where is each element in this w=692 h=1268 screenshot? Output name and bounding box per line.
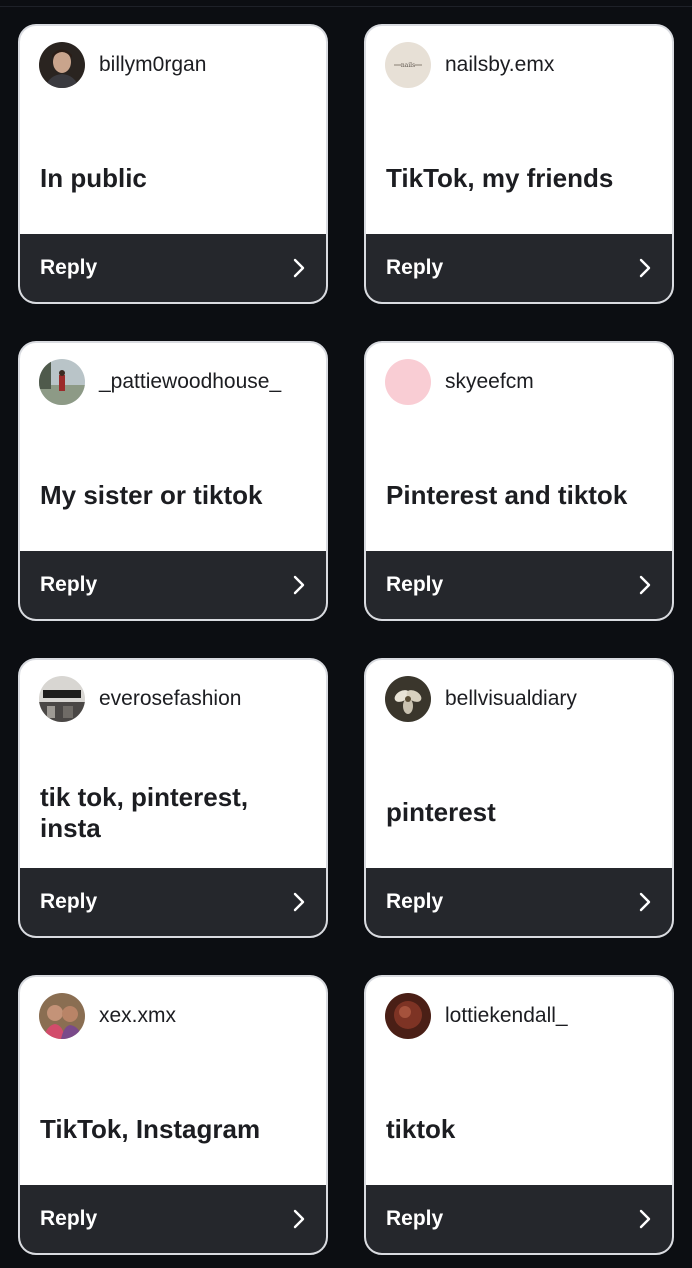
reply-button[interactable]: Reply	[20, 1185, 326, 1253]
reply-label: Reply	[386, 890, 444, 913]
username[interactable]: bellvisualdiary	[445, 687, 577, 711]
replies-grid: billym0rgan In public Reply nails nailsb…	[18, 24, 674, 1255]
card-header: nails nailsby.emx	[385, 42, 554, 88]
answer-text: pinterest	[386, 797, 496, 827]
chevron-right-icon	[292, 574, 306, 596]
profile-photo-icon	[39, 42, 85, 88]
chevron-right-icon	[638, 257, 652, 279]
reply-button[interactable]: Reply	[20, 868, 326, 936]
profile-photo-icon	[39, 359, 85, 405]
avatar[interactable]	[385, 993, 431, 1039]
answer-text: TikTok, Instagram	[40, 1114, 261, 1144]
reply-button[interactable]: Reply	[366, 551, 672, 619]
svg-text:nails: nails	[401, 62, 415, 69]
answer-text: tiktok	[386, 1114, 456, 1144]
chevron-right-icon	[292, 891, 306, 913]
card-header: lottiekendall_	[385, 993, 568, 1039]
profile-photo-icon	[39, 676, 85, 722]
avatar[interactable]	[39, 993, 85, 1039]
card-header: bellvisualdiary	[385, 676, 577, 722]
avatar[interactable]	[39, 42, 85, 88]
avatar[interactable]: nails	[385, 42, 431, 88]
profile-photo-icon	[385, 359, 431, 405]
reply-card: bellvisualdiary pinterest Reply	[364, 658, 674, 938]
card-header: skyeefcm	[385, 359, 534, 405]
top-divider	[0, 6, 692, 7]
profile-photo-icon	[39, 993, 85, 1039]
avatar[interactable]	[385, 676, 431, 722]
answer-text: Pinterest and tiktok	[386, 480, 628, 510]
reply-card: _pattiewoodhouse_ My sister or tiktok Re…	[18, 341, 328, 621]
reply-label: Reply	[40, 256, 98, 279]
card-header: _pattiewoodhouse_	[39, 359, 281, 405]
answer-text: tik tok, pinterest, insta	[40, 781, 249, 843]
username[interactable]: _pattiewoodhouse_	[99, 370, 281, 394]
reply-label: Reply	[40, 890, 98, 913]
reply-button[interactable]: Reply	[366, 868, 672, 936]
reply-card: lottiekendall_ tiktok Reply	[364, 975, 674, 1255]
card-header: everosefashion	[39, 676, 241, 722]
profile-photo-icon	[385, 676, 431, 722]
username[interactable]: skyeefcm	[445, 370, 534, 394]
reply-label: Reply	[386, 256, 444, 279]
card-header: xex.xmx	[39, 993, 176, 1039]
reply-card: nails nailsby.emx TikTok, my friends Rep…	[364, 24, 674, 304]
reply-button[interactable]: Reply	[366, 234, 672, 302]
answer-text: TikTok, my friends	[386, 163, 614, 193]
username[interactable]: xex.xmx	[99, 1004, 176, 1028]
username[interactable]: lottiekendall_	[445, 1004, 568, 1028]
reply-card: xex.xmx TikTok, Instagram Reply	[18, 975, 328, 1255]
answer-text: In public	[40, 163, 147, 193]
profile-photo-icon	[385, 993, 431, 1039]
reply-label: Reply	[386, 573, 444, 596]
reply-button[interactable]: Reply	[366, 1185, 672, 1253]
reply-label: Reply	[40, 573, 98, 596]
chevron-right-icon	[638, 891, 652, 913]
chevron-right-icon	[638, 1208, 652, 1230]
profile-photo-icon: nails	[385, 42, 431, 88]
username[interactable]: nailsby.emx	[445, 53, 554, 77]
chevron-right-icon	[292, 257, 306, 279]
username[interactable]: everosefashion	[99, 687, 241, 711]
chevron-right-icon	[292, 1208, 306, 1230]
reply-label: Reply	[386, 1207, 444, 1230]
reply-card: everosefashion tik tok, pinterest, insta…	[18, 658, 328, 938]
avatar[interactable]	[39, 676, 85, 722]
reply-label: Reply	[40, 1207, 98, 1230]
reply-card: skyeefcm Pinterest and tiktok Reply	[364, 341, 674, 621]
reply-card: billym0rgan In public Reply	[18, 24, 328, 304]
chevron-right-icon	[638, 574, 652, 596]
card-header: billym0rgan	[39, 42, 206, 88]
avatar[interactable]	[385, 359, 431, 405]
reply-button[interactable]: Reply	[20, 551, 326, 619]
answer-text: My sister or tiktok	[40, 480, 263, 510]
username[interactable]: billym0rgan	[99, 53, 206, 77]
reply-button[interactable]: Reply	[20, 234, 326, 302]
avatar[interactable]	[39, 359, 85, 405]
